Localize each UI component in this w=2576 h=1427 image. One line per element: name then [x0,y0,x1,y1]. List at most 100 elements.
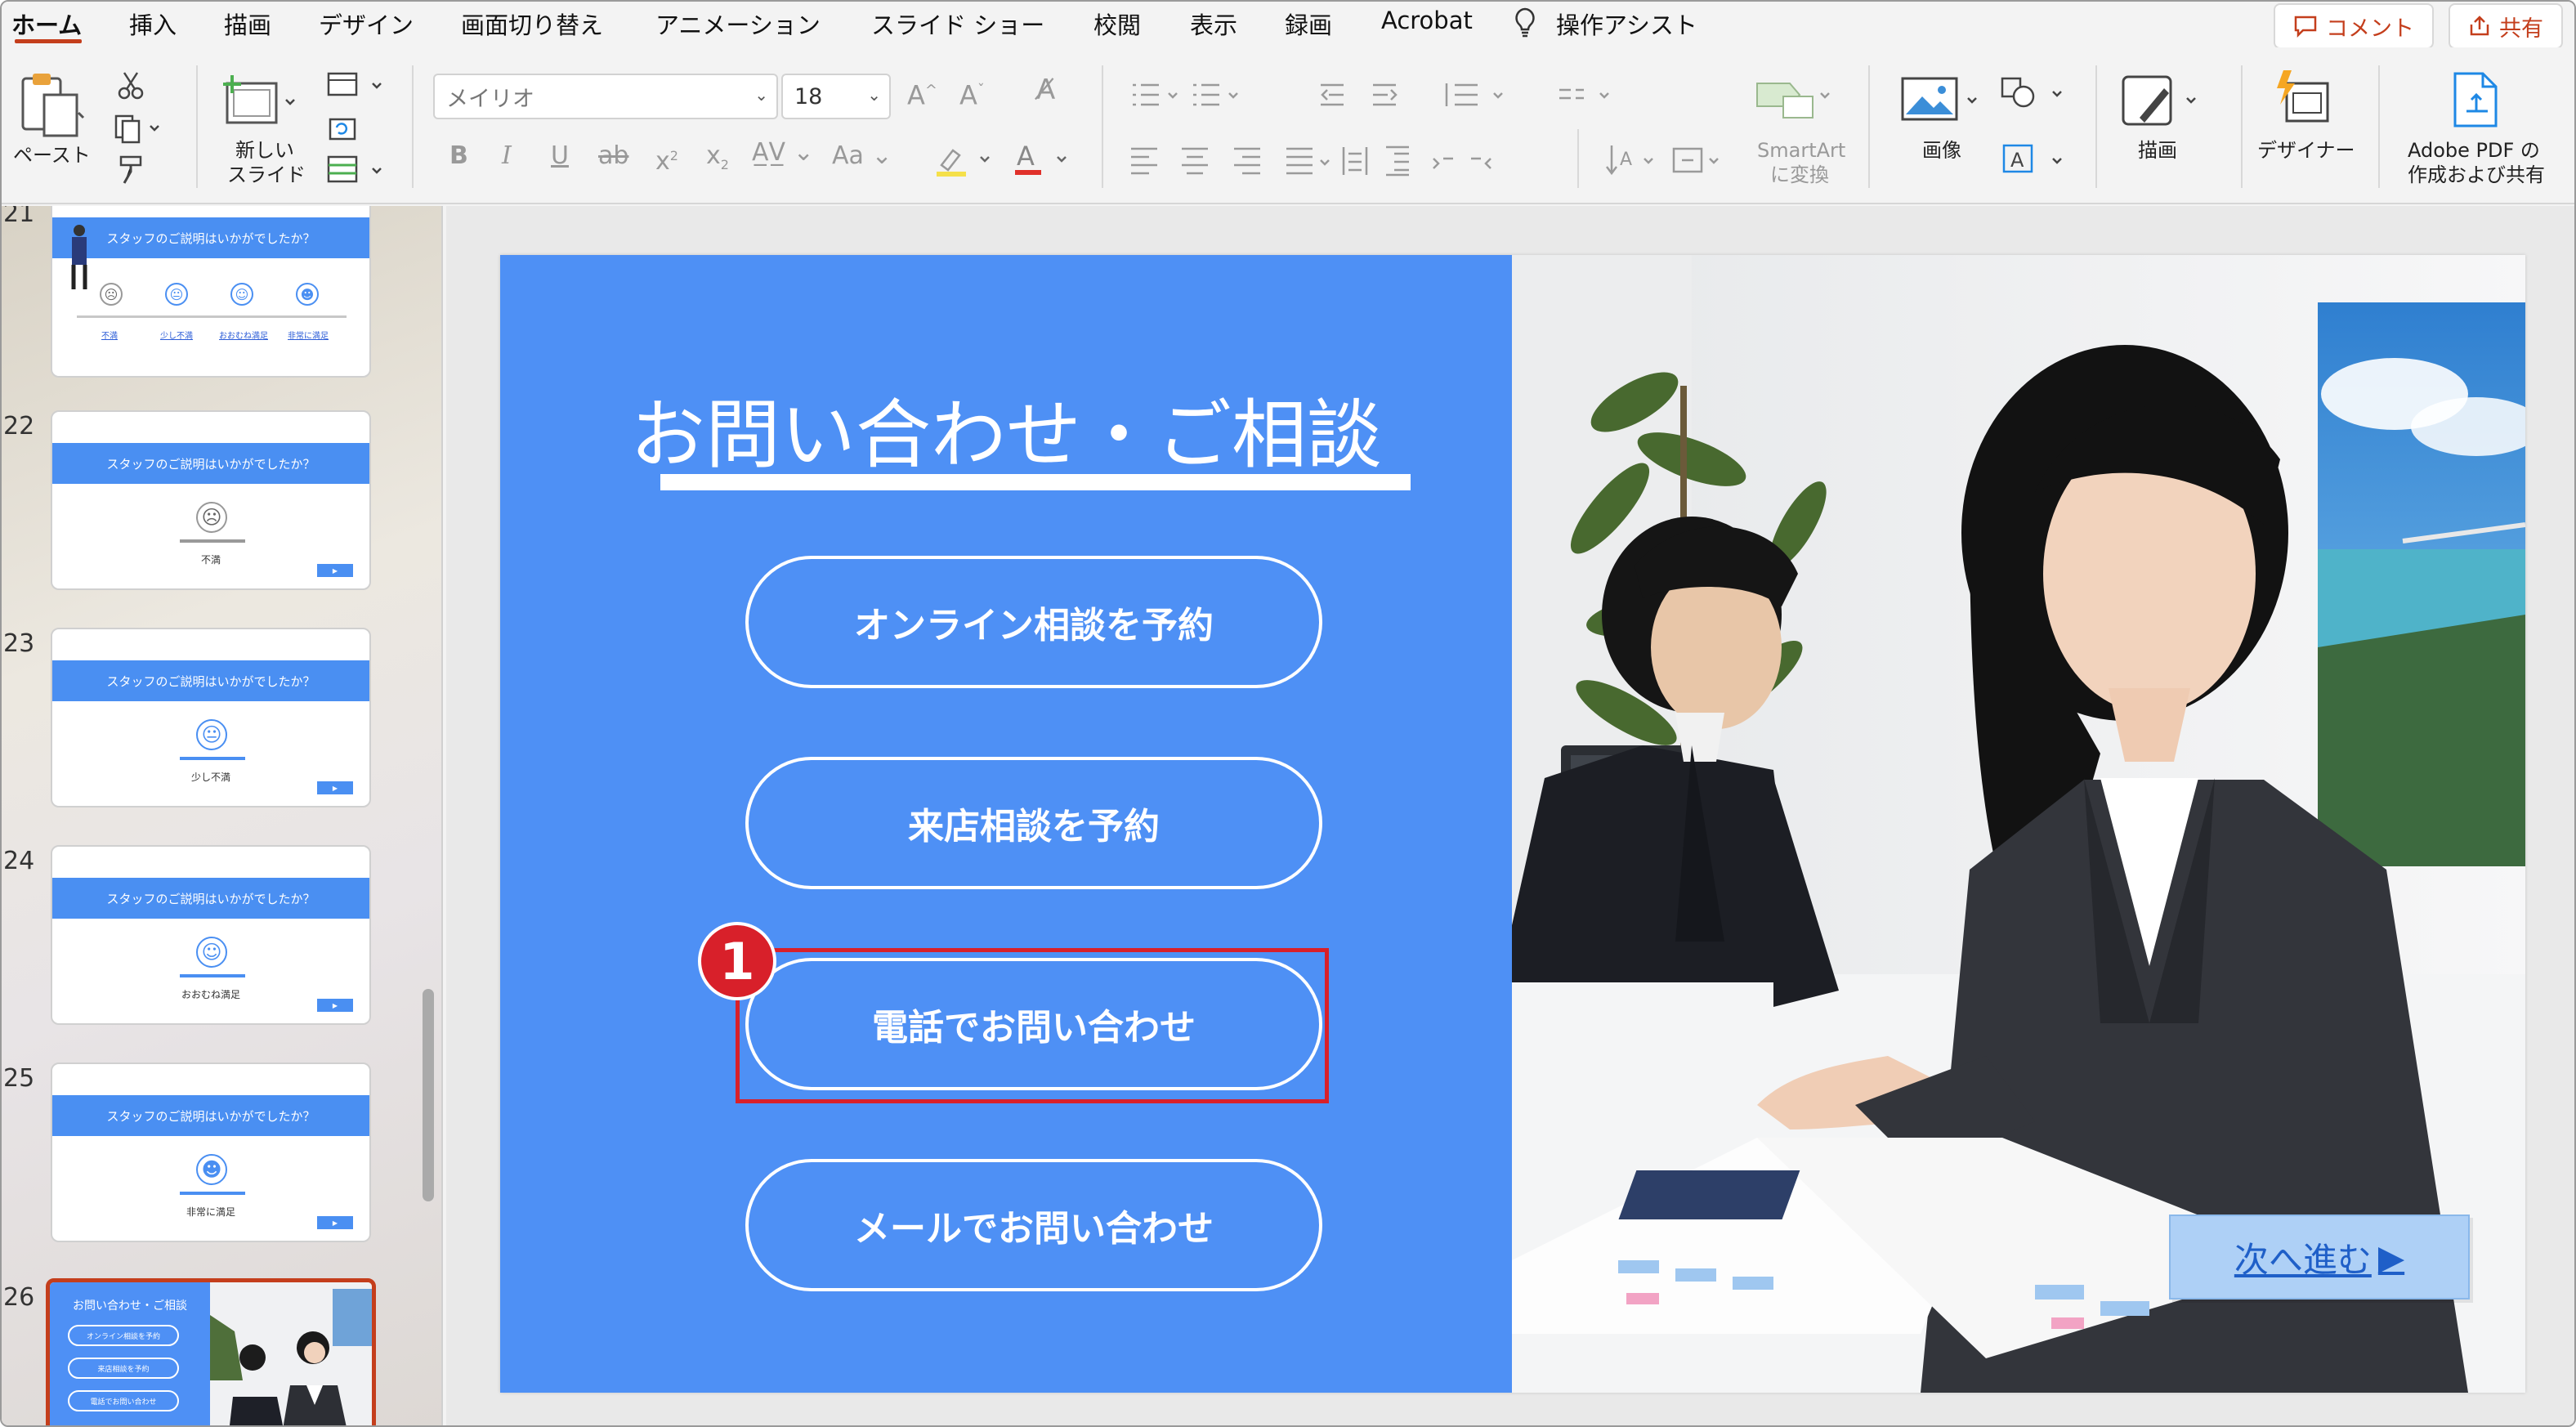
lightbulb-icon [1515,7,1535,38]
font-size-value: 18 [794,83,823,110]
paste-icon[interactable] [20,70,87,139]
thumb-person-figure [71,225,87,289]
ribbon-toolbar: ペースト 新しい スライド メイリオ ⌄ 18 ⌄ A^ Aˇ A̸ B I U a… [2,47,2574,204]
highlight-icon[interactable] [933,142,999,178]
text-direction-icon[interactable]: A [1603,141,1751,180]
superscript-icon[interactable]: x2 [655,144,678,174]
clear-format-icon[interactable]: A̸ [1036,76,1055,104]
thumb-next-button: ▶ [317,1216,353,1229]
comment-label: コメント [2326,16,2414,42]
store-consultation-button[interactable]: 来店相談を予約 [745,757,1322,889]
slide-thumbnail-26-selected[interactable]: お問い合わせ・ご相談 オンライン相談を予約 来店相談を予約 電話でお問い合わせ [46,1278,376,1425]
slide-thumbnail-24[interactable]: スタッフのご説明はいかがでしたか？ ☺ おおむね満足 ▶ [51,845,371,1025]
slide-editing-canvas[interactable]: お問い合わせ・ご相談 オンライン相談を予約 来店相談を予約 電話でお問い合わせ … [446,206,2574,1425]
current-slide[interactable]: お問い合わせ・ご相談 オンライン相談を予約 来店相談を予約 電話でお問い合わせ … [500,255,2525,1393]
tab-draw[interactable]: 描画 [224,7,271,41]
thumb-title: お問い合わせ・ご相談 [73,1300,187,1313]
slide-number: 26 [3,1283,35,1312]
section-icon[interactable] [327,154,386,186]
grow-font-icon[interactable]: A^ [907,78,937,109]
thumb-next-button: ▶ [317,564,353,577]
share-button[interactable]: 共有 [2449,3,2563,49]
bold-icon[interactable]: B [449,144,468,168]
tab-transitions[interactable]: 画面切り替え [461,7,603,41]
list-tools-icon[interactable] [1128,80,1618,113]
svg-text:A: A [1017,141,1035,172]
tab-record[interactable]: 録画 [1285,7,1332,41]
layout-icon[interactable] [327,70,386,100]
slide-thumbnail-22[interactable]: スタッフのご説明はいかがでしたか？ ☹ 不満 ▶ [51,410,371,590]
title-underline-bar[interactable] [660,474,1411,490]
font-name-value: メイリオ [446,86,534,112]
image-label: 画像 [1922,139,1961,162]
slide-thumbnail-pane[interactable]: 21 スタッフのご説明はいかがでしたか？ ☹ 😐 ☺ ☻ 不満 少し不満 おおむ… [2,206,443,1425]
thumb-underline [180,539,245,543]
thumbnail-scrollbar[interactable] [423,989,434,1201]
subscript-icon[interactable]: x2 [706,144,729,177]
thumb-caption: 少し不満 [191,772,231,783]
slide-number: 21 [3,206,35,228]
image-icon[interactable] [1899,75,1984,127]
thumb-pill: 来店相談を予約 [68,1358,179,1379]
thumb-face: 😐 [196,719,227,750]
copy-icon[interactable] [114,114,163,144]
designer-icon[interactable] [2270,67,2332,129]
change-case-icon[interactable]: Aa ⌄ [832,144,892,168]
thumb-face: ☹ [100,283,123,306]
format-painter-icon[interactable] [116,154,149,186]
adobe-label-1: Adobe PDF の [2408,139,2540,162]
font-name-select[interactable]: メイリオ ⌄ [433,74,778,119]
smartart-icon[interactable] [1751,72,1832,129]
reset-icon[interactable] [327,114,360,142]
shapes-icon[interactable] [1999,75,2074,111]
share-icon [2470,16,2489,36]
online-consultation-button[interactable]: オンライン相談を予約 [745,556,1322,688]
tab-insert[interactable]: 挿入 [129,7,177,41]
strike-icon[interactable]: ab [598,144,628,168]
comment-button[interactable]: コメント [2274,3,2434,49]
tab-home[interactable]: ホーム [11,7,82,41]
step-badge: 1 [698,922,776,1000]
thumb-pill: オンライン相談を予約 [68,1325,179,1346]
svg-text:A: A [2010,149,2024,172]
thumb-next-button: ▶ [317,999,353,1012]
shrink-font-icon[interactable]: Aˇ [959,78,985,109]
draw-label: 描画 [2138,139,2177,162]
tab-animations[interactable]: アニメーション [655,7,821,41]
slide-blue-panel: お問い合わせ・ご相談 オンライン相談を予約 来店相談を予約 電話でお問い合わせ … [500,255,1512,1393]
char-spacing-icon[interactable]: A̲V̲ ⌄ [752,141,814,165]
slide-thumbnail-25[interactable]: スタッフのご説明はいかがでしたか？ ☻ 非常に満足 ▶ [51,1062,371,1242]
tab-tell-me[interactable]: 操作アシスト [1556,7,1697,41]
thumb-option: 不満 [101,332,118,341]
thumb-face: 😐 [165,283,188,306]
textbox-icon[interactable]: A [1999,142,2074,178]
underline-icon[interactable]: U [551,144,569,168]
cut-icon[interactable] [116,70,145,100]
alignment-tools-icon[interactable] [1128,142,1610,178]
slide-number: 24 [3,847,35,875]
thumb-option: おおむね満足 [219,332,268,341]
slide-thumbnail-21[interactable]: スタッフのご説明はいかがでしたか？ ☹ 😐 ☺ ☻ 不満 少し不満 おおむね満足… [51,206,371,378]
italic-icon[interactable]: I [502,144,512,168]
thumb-caption: おおむね満足 [181,989,241,1000]
draw-icon[interactable] [2118,72,2208,131]
slide-thumbnail-23[interactable]: スタッフのご説明はいかがでしたか？ 😐 少し不満 ▶ [51,628,371,807]
email-inquiry-button[interactable]: メールでお問い合わせ [745,1159,1322,1291]
tab-acrobat[interactable]: Acrobat [1381,7,1473,34]
slide-title[interactable]: お問い合わせ・ご相談 [500,374,1512,483]
tab-design[interactable]: デザイン [319,7,414,41]
next-button[interactable]: 次へ進む ▶ [2169,1215,2470,1300]
tab-review[interactable]: 校閲 [1093,7,1141,41]
tab-view[interactable]: 表示 [1190,7,1237,41]
paste-label: ペースト [13,144,91,167]
tab-slideshow[interactable]: スライド ショー [871,7,1044,41]
font-color-icon[interactable]: A [1012,141,1077,178]
ribbon-tabs: ホーム 挿入 描画 デザイン 画面切り替え アニメーション スライド ショー 校… [2,2,2574,49]
font-size-select[interactable]: 18 ⌄ [781,74,891,119]
adobe-pdf-icon[interactable] [2449,70,2506,129]
slide-number: 25 [3,1064,35,1093]
new-slide-icon[interactable] [221,72,299,129]
highlight-box [736,948,1329,1103]
thumb-title: スタッフのご説明はいかがでしたか？ [52,1095,369,1136]
thumb-title: スタッフのご説明はいかがでしたか？ [52,217,369,258]
